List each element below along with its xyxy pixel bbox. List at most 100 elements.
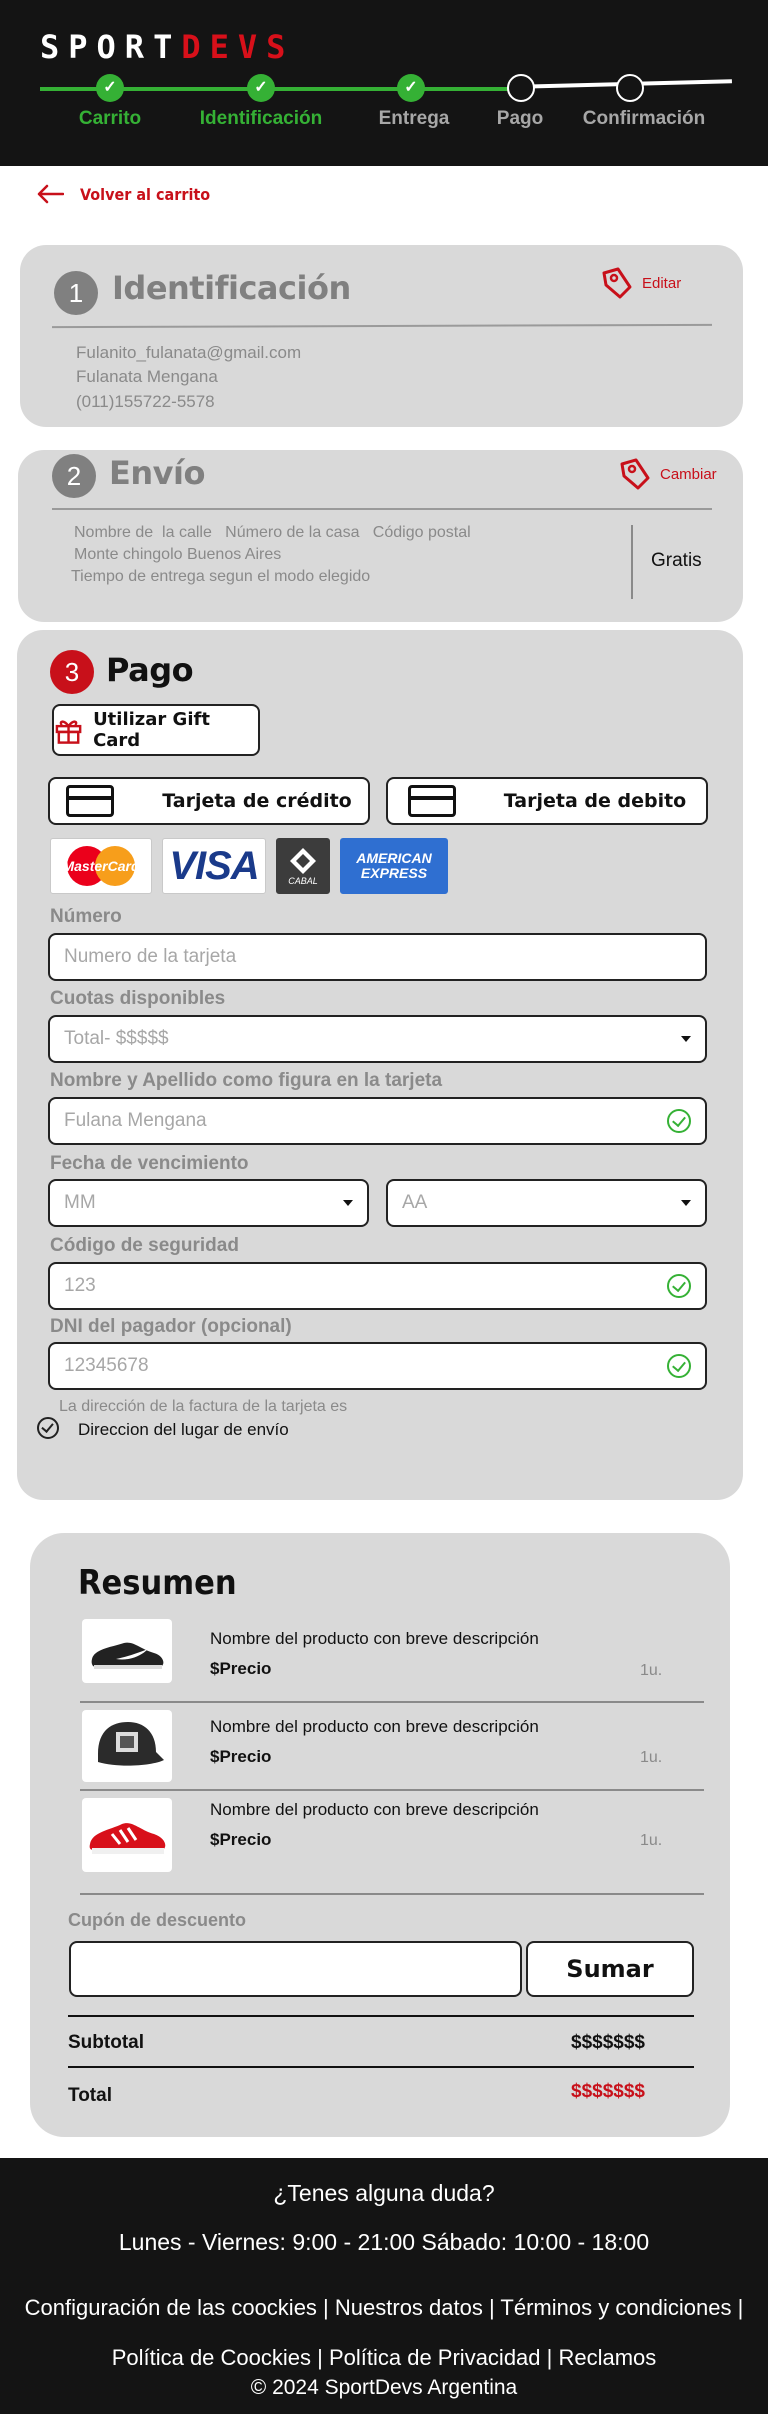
credit-card-label: Tarjeta de crédito [162, 790, 352, 812]
back-to-cart-label: Volver al carrito [80, 184, 211, 204]
step-number-badge: 1 [54, 271, 98, 315]
identification-email: Fulanito_fulanata@gmail.com [76, 343, 302, 362]
product-quantity: 1u. [640, 1832, 663, 1849]
summary-title: Resumen [78, 1563, 237, 1603]
card-brand-logos: MasterCard VISA CABAL AMERICAN EXPRESS [50, 838, 448, 894]
identification-name: Fulanata Mengana [76, 367, 218, 386]
card-number-placeholder: Numero de la tarjeta [64, 946, 237, 967]
debit-card-option[interactable]: Tarjeta de debito [386, 777, 708, 825]
footer-link-cookies-config[interactable]: Configuración de las coockies [25, 2295, 317, 2320]
shipping-card: 2 Envío Cambiar Nombre de la calle Númer… [18, 450, 743, 622]
expiry-year-select[interactable]: AA [386, 1179, 707, 1227]
debit-card-label: Tarjeta de debito [503, 790, 687, 812]
cvv-input[interactable]: 123 [48, 1262, 707, 1310]
edit-identification-button[interactable]: Editar [600, 265, 681, 301]
expiry-month-select[interactable]: MM [48, 1179, 369, 1227]
coupon-input[interactable] [69, 1941, 522, 1997]
amex-logo: AMERICAN EXPRESS [340, 838, 448, 894]
amex-text-2: EXPRESS [360, 865, 428, 881]
payment-title: Pago [106, 651, 194, 689]
dni-value: 12345678 [64, 1355, 149, 1376]
installments-label: Cuotas disponibles [50, 988, 226, 1009]
dni-label: DNI del pagador (opcional) [50, 1316, 292, 1337]
visa-text: VISA [169, 843, 259, 888]
cabal-logo: CABAL [276, 838, 330, 894]
product-image[interactable] [82, 1798, 172, 1872]
cvv-label: Código de seguridad [50, 1235, 239, 1256]
subtotal-label: Subtotal [68, 2032, 144, 2053]
footer-link-terms[interactable]: Términos y condiciones [500, 2295, 731, 2320]
footer: ¿Tenes alguna duda? Lunes - Viernes: 9:0… [0, 2158, 768, 2414]
footer-link-cookie-policy[interactable]: Política de Coockies [112, 2345, 311, 2370]
check-circle-icon [667, 1354, 691, 1378]
check-circle-icon [667, 1274, 691, 1298]
gift-card-button[interactable]: Utilizar Gift Card [52, 704, 260, 756]
footer-hours: Lunes - Viernes: 9:00 - 21:00 Sábado: 10… [118, 2229, 650, 2255]
edit-label: Editar [642, 274, 682, 292]
identification-card: 1 Identificación Editar Fulanito_fulanat… [20, 245, 743, 427]
identification-divider [51, 323, 713, 329]
product-name: Nombre del producto con breve descripció… [210, 1717, 539, 1736]
card-number-label: Número [50, 906, 122, 927]
change-label: Cambiar [660, 465, 717, 483]
chevron-down-icon [343, 1200, 353, 1206]
billing-option-check[interactable] [37, 1417, 59, 1439]
back-to-cart-link[interactable]: Volver al carrito [36, 184, 210, 204]
chevron-down-icon [681, 1036, 691, 1042]
shipping-address-line: Nombre de la calle Número de la casa Cód… [74, 524, 471, 541]
cardholder-input[interactable]: Fulana Mengana [48, 1097, 707, 1145]
product-price: $Precio [210, 1747, 272, 1766]
product-quantity: 1u. [640, 1749, 663, 1766]
cabal-text: CABAL [288, 876, 318, 886]
total-value: $$$$$$$ [571, 2081, 645, 2102]
products-end-divider [80, 1893, 704, 1895]
billing-option-label[interactable]: Direccion del lugar de envío [78, 1420, 289, 1440]
brand-logo[interactable]: SPORTDEVS [40, 28, 294, 66]
shipping-cost: Gratis [651, 550, 702, 571]
brand-part-2: DEVS [181, 28, 295, 66]
change-shipping-button[interactable]: Cambiar [618, 456, 717, 492]
mastercard-text: MasterCard [62, 858, 139, 874]
cardholder-label: Nombre y Apellido como figura en la tarj… [50, 1070, 443, 1091]
card-number-input[interactable]: Numero de la tarjeta [48, 933, 707, 981]
product-name: Nombre del producto con breve descripció… [210, 1629, 539, 1648]
footer-link-privacy[interactable]: Política de Privacidad [329, 2345, 541, 2370]
product-price: $Precio [210, 1830, 272, 1849]
step-5-dot [616, 74, 644, 102]
product-image[interactable] [82, 1619, 172, 1683]
dni-input[interactable]: 12345678 [48, 1342, 707, 1390]
installments-select[interactable]: Total- $$$$$ [48, 1015, 707, 1063]
product-name: Nombre del producto con breve descripció… [210, 1800, 539, 1819]
amex-text-1: AMERICAN [356, 850, 432, 866]
mastercard-logo: MasterCard [50, 838, 152, 894]
product-image[interactable] [82, 1710, 172, 1782]
identification-phone: (011)155722-5578 [76, 392, 215, 411]
edit-tag-icon [620, 458, 650, 490]
expiry-year-value: AA [402, 1192, 428, 1213]
expiry-month-value: MM [64, 1192, 96, 1213]
edit-tag-icon [602, 267, 632, 299]
shipping-divider [52, 508, 712, 510]
footer-link-complaints[interactable]: Reclamos [558, 2345, 656, 2370]
step-1-check-icon: ✓ [96, 74, 124, 102]
credit-card-icon [407, 785, 456, 817]
shipping-delivery-time: Tiempo de entrega segun el modo elegido [71, 568, 371, 585]
step-3-check-icon: ✓ [397, 74, 425, 102]
total-label: Total [68, 2085, 112, 2106]
step-number-badge: 2 [52, 454, 96, 498]
identification-title: Identificación [112, 269, 351, 307]
footer-question: ¿Tenes alguna duda? [273, 2180, 495, 2206]
product-divider [80, 1701, 704, 1703]
apply-coupon-button[interactable]: Sumar [526, 1941, 694, 1997]
footer-links: Configuración de las coockies | Nuestros… [24, 2295, 744, 2370]
shipping-separator [631, 525, 633, 599]
shipping-city: Monte chingolo Buenos Aires [74, 546, 282, 563]
header: SPORTDEVS ✓ ✓ ✓ Carrito Identificación E… [0, 0, 768, 166]
installments-value: Total- $$$$$ [64, 1028, 169, 1049]
credit-card-option[interactable]: Tarjeta de crédito [48, 777, 370, 825]
check-circle-icon [667, 1109, 691, 1133]
total-top-line [68, 2066, 694, 2068]
product-price: $Precio [210, 1659, 272, 1678]
footer-link-our-data[interactable]: Nuestros datos [335, 2295, 483, 2320]
shipping-title: Envío [109, 454, 205, 492]
